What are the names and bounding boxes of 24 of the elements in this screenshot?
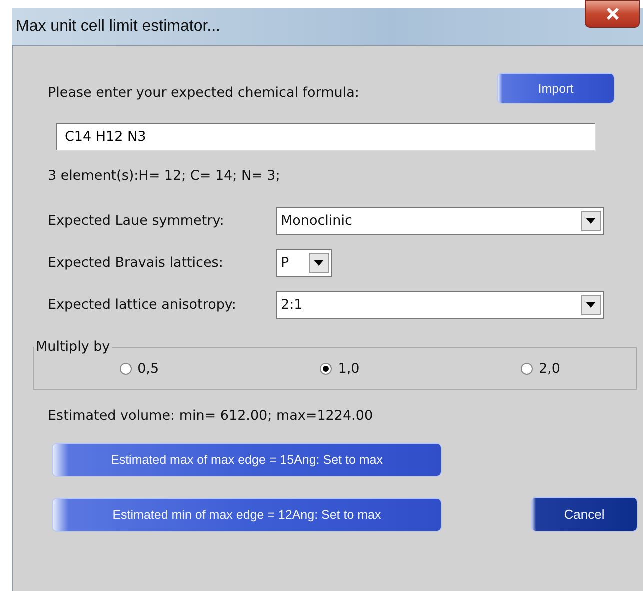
close-icon <box>606 8 620 20</box>
elements-summary: 3 element(s):H= 12; C= 14; N= 3; <box>48 168 282 184</box>
window-title: Max unit cell limit estimator... <box>16 18 220 36</box>
group-legend: Multiply by <box>34 339 112 355</box>
volume-text: Estimated volume: min= 612.00; max=1224.00 <box>48 408 374 424</box>
dropdown-arrow-icon <box>314 260 324 266</box>
dropdown[interactable]: Monoclinic <box>276 207 604 235</box>
cancel-button[interactable]: Cancel <box>532 498 637 531</box>
set-max-button[interactable]: Estimated min of max edge = 12Ang: Set to max <box>53 498 441 530</box>
dropdown-arrow-icon <box>586 218 596 224</box>
set-max-button[interactable]: Estimated max of max edge = 15Ang: Set to max <box>53 444 441 476</box>
select-label: Expected Bravais lattices: <box>48 255 224 271</box>
select-label: Expected lattice anisotropy: <box>48 297 238 313</box>
radio-option[interactable]: 2,0 <box>435 361 636 377</box>
formula-label: Please enter your expected chemical formula: <box>48 85 360 103</box>
dropdown[interactable]: 2:1 <box>276 291 604 319</box>
radio-option[interactable]: 0,5 <box>34 361 235 377</box>
dropdown[interactable]: P <box>276 249 332 277</box>
close-button[interactable] <box>585 0 640 28</box>
import-button[interactable]: Import <box>498 74 614 103</box>
radio-option[interactable]: 1,0 <box>234 361 436 377</box>
select-label: Expected Laue symmetry: <box>48 213 226 229</box>
formula-field[interactable]: C14 H12 N3 <box>56 123 596 151</box>
dropdown-arrow-icon <box>586 302 596 308</box>
